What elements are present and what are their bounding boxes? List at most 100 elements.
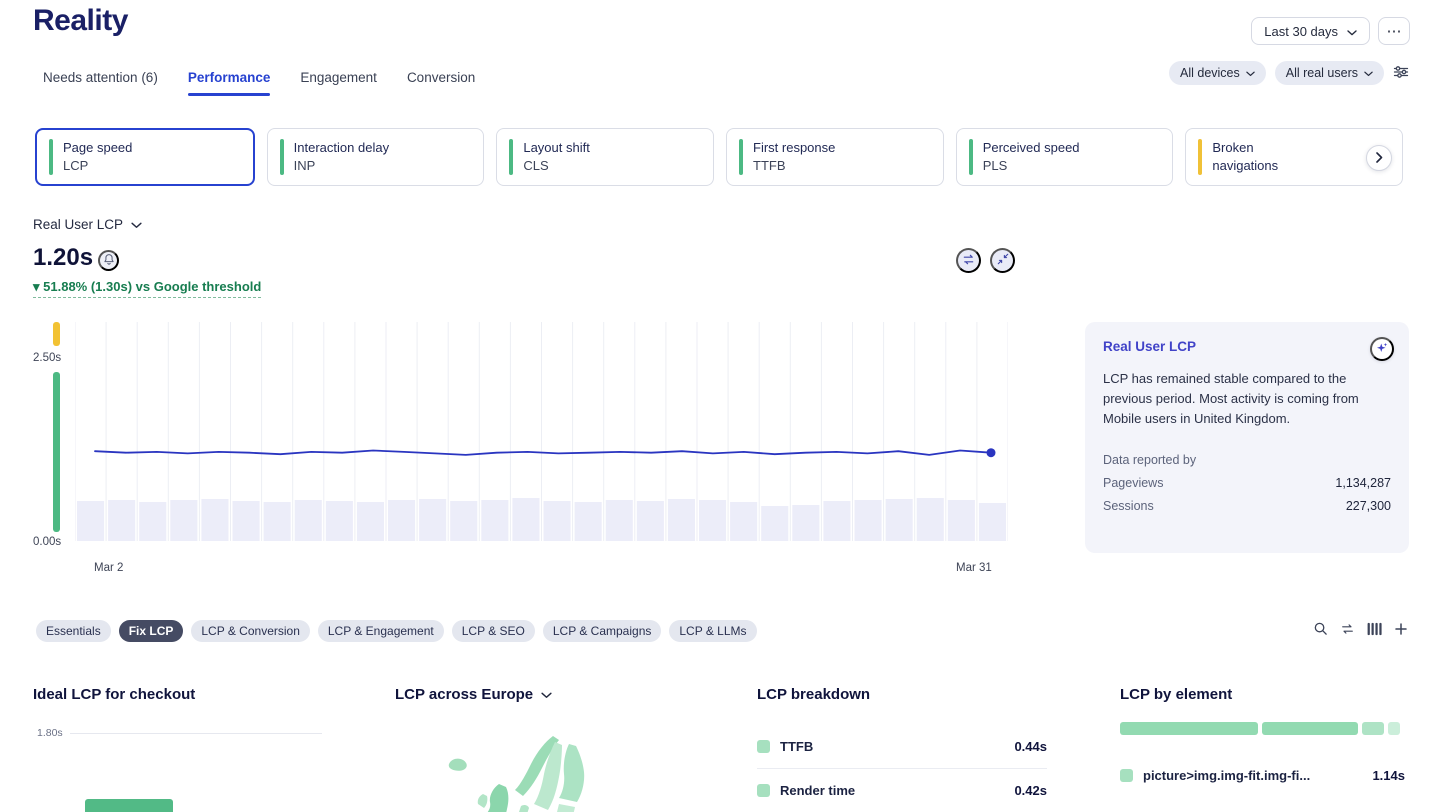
global-filters: All devices All real users bbox=[1169, 61, 1409, 85]
collapse-icon bbox=[997, 253, 1009, 268]
pageviews-value: 1,134,287 bbox=[1335, 476, 1391, 490]
breakdown-value: 0.44s bbox=[1014, 739, 1047, 754]
status-accent-bar bbox=[969, 139, 973, 175]
devices-filter-label: All devices bbox=[1180, 66, 1240, 80]
breakdown-value: 0.42s bbox=[1014, 783, 1047, 798]
more-button[interactable]: ⋯ bbox=[1378, 17, 1410, 45]
element-bar-segment bbox=[1362, 722, 1384, 735]
metric-card-ttfb[interactable]: First response TTFB bbox=[726, 128, 944, 186]
date-range-button[interactable]: Last 30 days bbox=[1251, 17, 1370, 45]
metric-card-title: Perceived speed bbox=[983, 139, 1080, 157]
status-accent-bar bbox=[280, 139, 284, 175]
element-selector-label: picture>img.img-fit.img-fi... bbox=[1143, 768, 1362, 783]
mini-chart-gridline bbox=[70, 733, 322, 734]
y-axis-top-label: 2.50s bbox=[33, 352, 61, 364]
pageviews-row: Pageviews 1,134,287 bbox=[1103, 476, 1391, 490]
columns-icon bbox=[1367, 624, 1382, 639]
metric-card-inp[interactable]: Interaction delay INP bbox=[267, 128, 485, 186]
sessions-row: Sessions 227,300 bbox=[1103, 499, 1391, 513]
lcp-trend-chart[interactable] bbox=[75, 322, 1008, 543]
card-ideal-lcp-checkout: Ideal LCP for checkout 1.80s bbox=[33, 686, 325, 812]
reported-by-heading: Data reported by bbox=[1103, 453, 1391, 467]
chip-lcp-seo[interactable]: LCP & SEO bbox=[452, 620, 535, 642]
kpi-value: 1.20s bbox=[33, 244, 93, 272]
users-filter[interactable]: All real users bbox=[1275, 61, 1384, 85]
tab-needs-attention[interactable]: Needs attention (6) bbox=[43, 70, 158, 96]
compare-button[interactable] bbox=[956, 248, 981, 273]
collapse-button[interactable] bbox=[990, 248, 1015, 273]
status-accent-bar bbox=[739, 139, 743, 175]
europe-map[interactable] bbox=[403, 732, 653, 812]
threshold-bar-good bbox=[53, 372, 60, 532]
metric-card-cls[interactable]: Layout shift CLS bbox=[496, 128, 714, 186]
devices-filter[interactable]: All devices bbox=[1169, 61, 1266, 85]
sync-button[interactable] bbox=[1340, 622, 1355, 639]
metric-card-title: First response bbox=[753, 139, 835, 157]
add-card-button[interactable] bbox=[1394, 622, 1408, 639]
breakdown-label: TTFB bbox=[780, 739, 1004, 754]
chevron-down-icon bbox=[131, 217, 142, 232]
threshold-bar-above bbox=[53, 322, 60, 346]
metric-card-pls[interactable]: Perceived speed PLS bbox=[956, 128, 1174, 186]
element-stacked-bar bbox=[1120, 722, 1405, 735]
series-selector[interactable]: Real User LCP bbox=[33, 217, 142, 232]
preset-chip-row: Essentials Fix LCP LCP & Conversion LCP … bbox=[36, 620, 757, 642]
card-title-label: LCP across Europe bbox=[395, 686, 533, 703]
chevron-down-icon bbox=[1364, 66, 1373, 80]
sparkle-icon bbox=[1376, 342, 1388, 357]
tab-engagement[interactable]: Engagement bbox=[300, 70, 377, 96]
search-button[interactable] bbox=[1313, 621, 1328, 639]
chip-essentials[interactable]: Essentials bbox=[36, 620, 111, 642]
card-title: LCP by element bbox=[1120, 686, 1405, 703]
card-lcp-by-element: LCP by element picture>img.img-fit.img-f… bbox=[1120, 686, 1405, 812]
metric-card-row: Page speed LCP Interaction delay INP Lay… bbox=[35, 128, 1403, 186]
chip-fix-lcp[interactable]: Fix LCP bbox=[119, 620, 184, 642]
chip-lcp-llms[interactable]: LCP & LLMs bbox=[669, 620, 756, 642]
mini-chart-bar bbox=[85, 799, 173, 812]
sessions-label: Sessions bbox=[1103, 499, 1154, 513]
element-bar-segment bbox=[1388, 722, 1400, 735]
sync-icon bbox=[1340, 624, 1355, 639]
app-title: Reality bbox=[33, 4, 128, 38]
breakdown-list: TTFB 0.44s Render time 0.42s bbox=[757, 724, 1047, 812]
chevron-down-icon bbox=[541, 686, 552, 703]
element-bar-segment bbox=[1120, 722, 1258, 735]
ai-insight-button[interactable] bbox=[1370, 337, 1394, 361]
insight-panel: Real User LCP LCP has remained stable co… bbox=[1085, 322, 1409, 553]
chart-tools bbox=[956, 248, 1015, 273]
y-axis-bottom-label: 0.00s bbox=[33, 536, 61, 548]
chip-lcp-campaigns[interactable]: LCP & Campaigns bbox=[543, 620, 662, 642]
metric-card-metric: PLS bbox=[983, 157, 1080, 175]
kpi-delta-vs-threshold[interactable]: ▾ 51.88% (1.30s) vs Google threshold bbox=[33, 279, 261, 298]
tab-performance[interactable]: Performance bbox=[188, 70, 271, 96]
metric-card-metric: INP bbox=[294, 157, 389, 175]
users-filter-label: All real users bbox=[1286, 66, 1358, 80]
chip-lcp-conversion[interactable]: LCP & Conversion bbox=[191, 620, 310, 642]
columns-button[interactable] bbox=[1367, 622, 1382, 639]
metric-color-swatch bbox=[757, 740, 770, 753]
alert-bell-button[interactable] bbox=[98, 250, 119, 271]
metric-card-lcp[interactable]: Page speed LCP bbox=[35, 128, 255, 186]
sessions-value: 227,300 bbox=[1346, 499, 1391, 513]
tab-conversion[interactable]: Conversion bbox=[407, 70, 475, 96]
element-value: 1.14s bbox=[1372, 768, 1405, 783]
breakdown-label: Render time bbox=[780, 783, 1004, 798]
search-icon bbox=[1313, 624, 1328, 639]
cards-next-button[interactable] bbox=[1366, 145, 1392, 171]
card-title: LCP breakdown bbox=[757, 686, 1047, 703]
card-title-with-selector[interactable]: LCP across Europe bbox=[395, 686, 667, 703]
element-bar-segment bbox=[1262, 722, 1358, 735]
chip-lcp-engagement[interactable]: LCP & Engagement bbox=[318, 620, 444, 642]
filter-settings-button[interactable] bbox=[1393, 65, 1409, 82]
metric-color-swatch bbox=[757, 784, 770, 797]
ellipsis-icon: ⋯ bbox=[1387, 22, 1402, 40]
chevron-down-icon bbox=[1347, 24, 1357, 39]
card-lcp-breakdown: LCP breakdown TTFB 0.44s Render time 0.4… bbox=[757, 686, 1047, 812]
card-lcp-across-europe: LCP across Europe bbox=[395, 686, 667, 812]
mini-chart-ytick: 1.80s bbox=[37, 727, 63, 739]
metric-card-metric: LCP bbox=[63, 157, 132, 175]
status-accent-bar bbox=[1198, 139, 1202, 175]
status-accent-bar bbox=[509, 139, 513, 175]
element-row: picture>img.img-fit.img-fi... 1.14s bbox=[1120, 760, 1405, 790]
breakdown-row-render-time: Render time 0.42s bbox=[757, 768, 1047, 812]
